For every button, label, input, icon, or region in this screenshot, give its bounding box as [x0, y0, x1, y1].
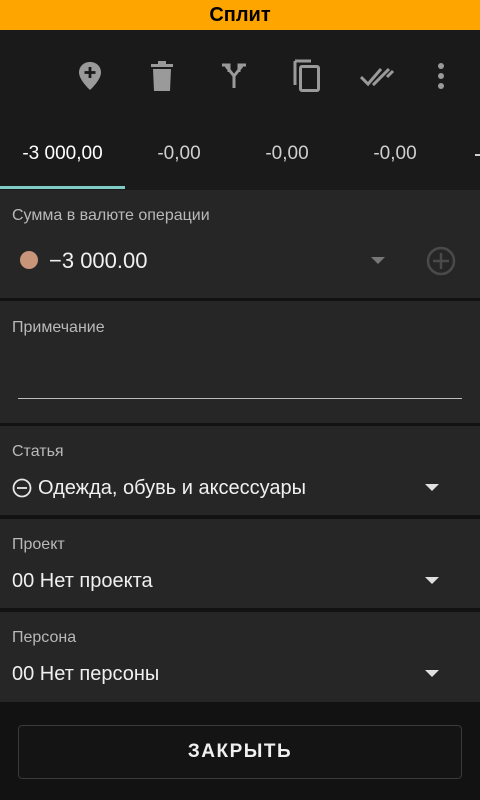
title-bar: Сплит [0, 0, 480, 30]
project-label: Проект [12, 536, 65, 553]
tab-overflow-hint [475, 154, 480, 156]
toolbar [0, 30, 480, 118]
tab-split-2[interactable]: -0,00 [125, 118, 233, 190]
delete-icon[interactable] [144, 58, 180, 94]
person-label: Персона [12, 629, 77, 646]
minus-circle-icon [12, 478, 32, 503]
category-value: Одежда, обувь и аксессуары [38, 477, 307, 499]
active-tab-indicator [0, 186, 125, 189]
add-circle-icon[interactable] [425, 245, 457, 282]
tab-label: -0,00 [265, 143, 309, 164]
window-title: Сплит [209, 3, 271, 26]
amount-value[interactable]: −3 000.00 [49, 248, 147, 274]
project-dropdown-icon[interactable] [425, 577, 439, 584]
category-label: Статья [12, 443, 64, 460]
tab-split-1[interactable]: -3 000,00 [0, 118, 125, 190]
person-card[interactable]: Персона 00 Нет персоны [0, 612, 480, 702]
person-value: 00 Нет персоны [12, 663, 160, 685]
more-vert-icon[interactable] [423, 58, 459, 94]
person-dropdown-icon[interactable] [425, 670, 439, 677]
amount-label: Сумма в валюте операции [12, 207, 210, 224]
tab-label: -0,00 [157, 143, 201, 164]
currency-dropdown-icon[interactable] [371, 257, 385, 264]
split-icon[interactable] [216, 58, 252, 94]
category-dropdown-icon[interactable] [425, 484, 439, 491]
copy-icon[interactable] [288, 58, 324, 94]
add-location-icon[interactable] [72, 58, 108, 94]
done-all-icon[interactable] [360, 58, 396, 94]
tab-split-4[interactable]: -0,00 [341, 118, 449, 190]
note-card: Примечание [0, 301, 480, 423]
currency-dot[interactable] [20, 251, 38, 269]
tab-label: -0,00 [373, 143, 417, 164]
close-button[interactable]: ЗАКРЫТЬ [18, 725, 462, 779]
category-card[interactable]: Статья Одежда, обувь и аксессуары [0, 426, 480, 515]
note-input[interactable] [18, 353, 462, 399]
amount-card: Сумма в валюте операции −3 000.00 [0, 190, 480, 298]
note-label: Примечание [12, 319, 105, 336]
close-button-label: ЗАКРЫТЬ [187, 741, 293, 762]
tab-split-3[interactable]: -0,00 [233, 118, 341, 190]
split-tabs: -3 000,00 -0,00 -0,00 -0,00 [0, 118, 480, 190]
project-value: 00 Нет проекта [12, 570, 153, 592]
project-card[interactable]: Проект 00 Нет проекта [0, 519, 480, 608]
tab-label: -3 000,00 [22, 143, 103, 164]
